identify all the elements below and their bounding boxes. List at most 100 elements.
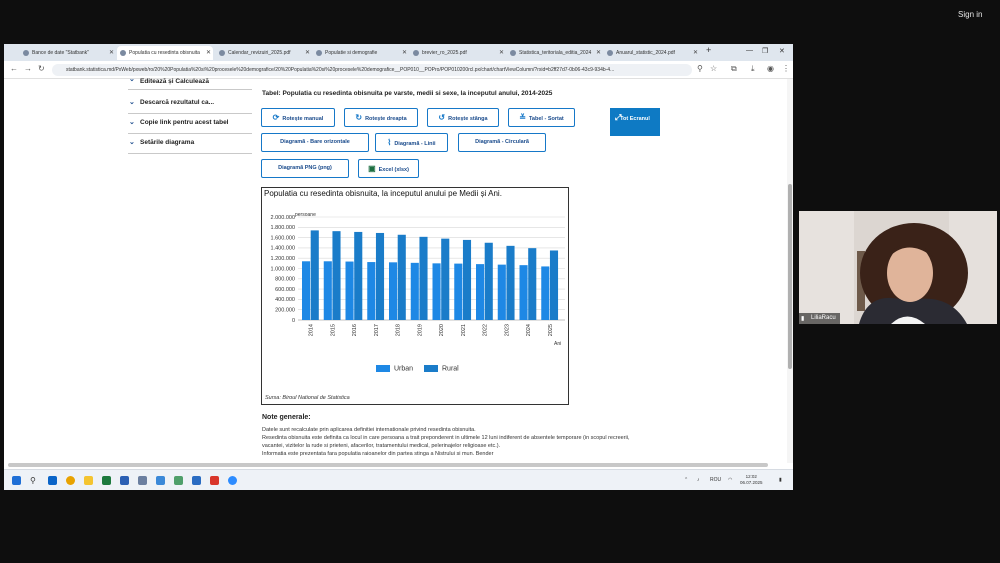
- close-tab-icon[interactable]: ✕: [693, 46, 698, 60]
- notes-title: Note generale:: [262, 414, 311, 421]
- x-tick-label: 2020: [439, 324, 445, 336]
- full-screen-button[interactable]: ⤢ Tot Ecranul: [610, 108, 660, 136]
- bookmark-star-icon[interactable]: ☆: [710, 64, 717, 73]
- chrome-icon[interactable]: [66, 476, 75, 485]
- browser-tab[interactable]: Statistica_teritoriala_editia_2024 ✕: [507, 46, 603, 60]
- close-tab-icon[interactable]: ✕: [305, 46, 310, 60]
- x-tick-label: 2016: [352, 324, 358, 336]
- chart-container: Populatia cu resedinta obisnuita, la inc…: [261, 187, 569, 405]
- y-tick-label: 400.000: [275, 297, 295, 303]
- y-tick-label: 1.000.000: [271, 266, 295, 272]
- bar-urban: [476, 264, 485, 320]
- file-explorer-icon[interactable]: [84, 476, 93, 485]
- excel-app-icon[interactable]: [102, 476, 111, 485]
- horizontal-scrollbar[interactable]: [8, 463, 768, 467]
- excel-button[interactable]: ▣ Excel (xlsx): [358, 159, 419, 178]
- minimize-icon[interactable]: —: [746, 47, 753, 54]
- language-indicator[interactable]: ROU: [710, 477, 721, 483]
- favicon-icon: [219, 50, 225, 56]
- windows-start-icon[interactable]: [12, 476, 21, 485]
- bar-urban: [323, 261, 332, 320]
- browser-tab[interactable]: Bance de date "Statbank" ✕: [20, 46, 116, 60]
- chart-pie-button[interactable]: Diagramă - Circulară: [458, 133, 546, 152]
- maximize-icon[interactable]: ❐: [762, 47, 768, 55]
- download-icon[interactable]: ⤓: [751, 64, 755, 74]
- notification-icon[interactable]: ▮: [779, 477, 782, 483]
- bar-rural: [441, 238, 450, 320]
- browser-tab[interactable]: Populatie si demografie ✕: [313, 46, 409, 60]
- close-tab-icon[interactable]: ✕: [499, 46, 504, 60]
- sidebar-item-download[interactable]: ⌄ Descarcă rezultatul ca...: [128, 96, 252, 114]
- close-window-icon[interactable]: ✕: [779, 47, 785, 55]
- bar-rural: [354, 231, 363, 320]
- sidebar-item-copy-link[interactable]: ⌄ Copie link pentru acest tabel: [128, 116, 252, 134]
- pivot-right-button[interactable]: ↻ Rotește dreapta: [344, 108, 418, 127]
- tray-chevron-icon[interactable]: ⌃: [684, 477, 688, 483]
- legend-item-urban: Urban: [376, 365, 413, 373]
- close-tab-icon[interactable]: ✕: [402, 46, 407, 60]
- profile-icon[interactable]: ◉: [767, 64, 774, 73]
- chevron-down-icon: ⌄: [129, 99, 135, 106]
- browser-tab[interactable]: Anuarul_statistic_2024.pdf ✕: [604, 46, 700, 60]
- chart-bar-horizontal-button[interactable]: Diagramă - Bare orizontale: [261, 133, 369, 152]
- participant-video: ▮ LiliaRacu: [799, 211, 997, 324]
- pdf-reader-icon[interactable]: [210, 476, 219, 485]
- y-tick-label: 0: [292, 318, 295, 324]
- chart-line-button[interactable]: ⌇ Diagramă - Linii: [375, 133, 448, 152]
- sidebar-item-edit[interactable]: ⌄ Editează și Calculează: [128, 76, 252, 90]
- excel-icon: ▣: [368, 164, 376, 173]
- bar-chart: 2.000.000 1.800.000 1.600.000 1.400.000 1.20…: [271, 215, 565, 336]
- word-app-icon[interactable]: [120, 476, 129, 485]
- participant-portrait: [799, 211, 997, 324]
- x-tick-label: 2018: [396, 324, 402, 336]
- close-tab-icon[interactable]: ✕: [596, 46, 601, 60]
- pivot-manual-button[interactable]: ⟳ Rotește manual: [261, 108, 335, 127]
- app-icon[interactable]: [156, 476, 165, 485]
- bar-rural: [332, 231, 341, 320]
- zoom-icon[interactable]: ⚲: [697, 64, 703, 73]
- chart-source: Sursa: Biroul National de Statistica: [265, 395, 350, 401]
- web-page: ⌄ Editează și Calculează ⌄ Descarcă rezult…: [4, 76, 793, 463]
- x-tick-label: 2021: [461, 324, 467, 336]
- microphone-icon[interactable]: ♪: [697, 477, 700, 483]
- chevron-down-icon: ⌄: [129, 76, 135, 83]
- bar-urban: [454, 263, 463, 320]
- close-tab-icon[interactable]: ✕: [206, 46, 211, 60]
- extensions-icon[interactable]: ⧉: [731, 64, 737, 74]
- browser-tab-active[interactable]: Populatia cu resedinta obisnuita ✕: [117, 46, 213, 60]
- table-sort-button[interactable]: ≚ Tabel - Sortat: [508, 108, 575, 127]
- wifi-icon[interactable]: ◠: [728, 477, 732, 483]
- browser-tab-strip: Bance de date "Statbank" ✕ Populatia cu r…: [4, 44, 793, 61]
- y-tick-label: 600.000: [275, 287, 295, 293]
- menu-icon[interactable]: ⋮: [782, 64, 790, 73]
- scrollbar-thumb[interactable]: [788, 184, 792, 369]
- new-tab-icon[interactable]: +: [706, 45, 711, 55]
- zoom-app-icon[interactable]: [228, 476, 237, 485]
- close-tab-icon[interactable]: ✕: [109, 46, 114, 60]
- sign-in-button[interactable]: Sign in: [958, 8, 998, 22]
- bar-rural: [310, 230, 319, 320]
- favicon-icon: [413, 50, 419, 56]
- sidebar-item-chart-settings[interactable]: ⌄ Setările diagrama: [128, 136, 252, 154]
- url-field[interactable]: statbank.statistica.md/PxWeb/pxweb/ro/20…: [52, 64, 692, 76]
- favicon-icon: [23, 50, 29, 56]
- back-icon[interactable]: ←: [10, 64, 18, 73]
- browser-tab[interactable]: Calendar_revizuiri_2025.pdf ✕: [216, 46, 312, 60]
- reload-icon[interactable]: ↻: [38, 64, 45, 73]
- browser-tab[interactable]: brevier_ro_2025.pdf ✕: [410, 46, 506, 60]
- x-axis-label: Ani: [554, 341, 562, 347]
- app-icon[interactable]: [192, 476, 201, 485]
- note-line: Resedinta obisnuita este definita ca loc…: [262, 435, 630, 441]
- clock[interactable]: 12:02 06.07.2025: [740, 474, 763, 486]
- vertical-scrollbar[interactable]: [787, 79, 793, 463]
- outlook-icon[interactable]: [48, 476, 57, 485]
- search-icon[interactable]: ⚲: [30, 476, 39, 485]
- calculator-icon[interactable]: [138, 476, 147, 485]
- bar-urban: [302, 261, 311, 320]
- app-icon[interactable]: [174, 476, 183, 485]
- note-line: Informatia este prezentata fara populati…: [262, 451, 494, 457]
- bar-rural: [506, 245, 515, 320]
- chart-png-button[interactable]: Diagramă PNG (png): [261, 159, 349, 178]
- forward-icon[interactable]: →: [24, 64, 32, 73]
- pivot-left-button[interactable]: ↺ Rotește stânga: [427, 108, 499, 127]
